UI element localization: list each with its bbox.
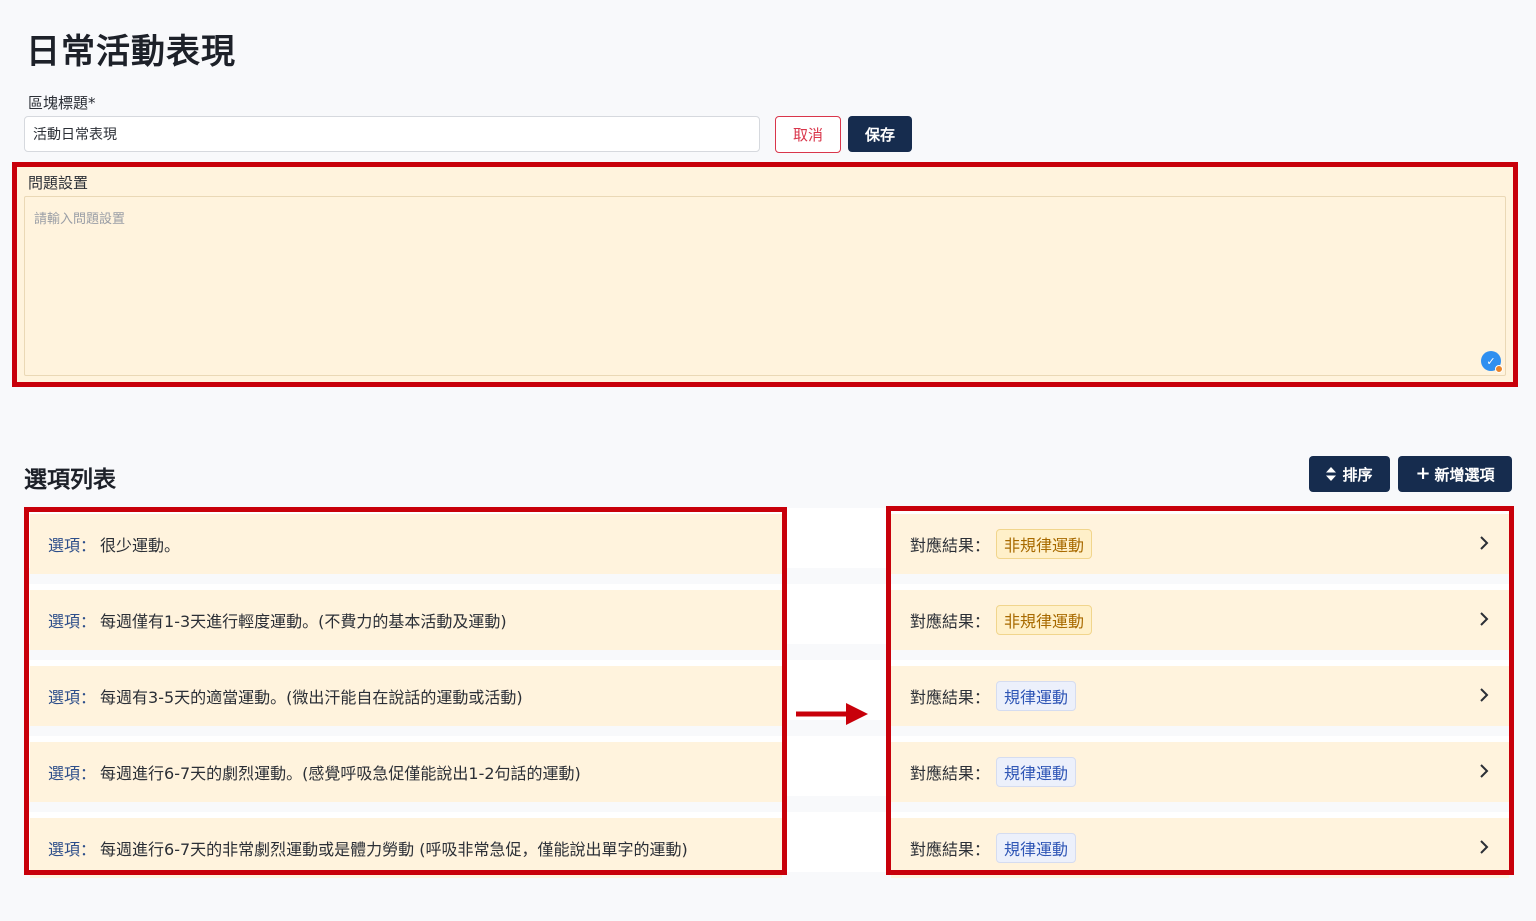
result-tag: 規律運動 — [996, 833, 1077, 863]
sort-button[interactable]: 排序 — [1309, 456, 1390, 492]
result-prefix: 對應結果： — [910, 536, 991, 555]
grammar-status-dot — [1495, 365, 1503, 373]
sort-label: 排序 — [1342, 465, 1373, 484]
block-title-label: 區塊標題* — [28, 94, 96, 112]
option-item[interactable]: 選項： 每週有3-5天的適當運動。(微出汗能自在說話的運動或活動) — [30, 666, 782, 726]
add-option-button[interactable]: + 新增選項 — [1398, 456, 1512, 492]
result-prefix: 對應結果： — [910, 764, 991, 783]
page-title: 日常活動表現 — [26, 32, 236, 72]
option-result[interactable]: 對應結果： 非規律運動 — [891, 590, 1509, 650]
cancel-button[interactable]: 取消 — [775, 116, 841, 153]
chevron-right-icon[interactable] — [1479, 608, 1489, 632]
option-text: 每週有3-5天的適當運動。(微出汗能自在說話的運動或活動) — [100, 688, 523, 707]
option-row: 選項： 每週僅有1-3天進行輕度運動。(不費力的基本活動及運動) 對應結果： 非規律運… — [24, 584, 1514, 650]
option-text: 很少運動。 — [100, 536, 181, 555]
block-title-input[interactable] — [24, 116, 760, 152]
option-result[interactable]: 對應結果： 規律運動 — [891, 666, 1509, 726]
option-prefix: 選項： — [48, 612, 97, 631]
options-list: 選項： 很少運動。 對應結果： 非規律運動 選項： 每週僅有1-3天進行輕度運動。(不費力… — [24, 508, 1514, 878]
result-tag: 非規律運動 — [996, 605, 1093, 635]
result-prefix: 對應結果： — [910, 612, 991, 631]
option-text: 每週進行6-7天的非常劇烈運動或是體力勞動 (呼吸非常急促，僅能說出單字的運動) — [100, 840, 688, 859]
result-tag: 規律運動 — [996, 681, 1077, 711]
option-item[interactable]: 選項： 每週進行6-7天的劇烈運動。(感覺呼吸急促僅能說出1-2句話的運動) — [30, 742, 782, 802]
plus-icon: + — [1415, 463, 1431, 484]
question-section: 問題設置 請輸入問題設置 ✓ — [12, 162, 1518, 387]
question-placeholder: 請輸入問題設置 — [34, 212, 126, 227]
question-textarea[interactable]: 請輸入問題設置 ✓ — [24, 196, 1506, 376]
options-section-title: 選項列表 — [24, 467, 116, 493]
option-result[interactable]: 對應結果： 規律運動 — [891, 742, 1509, 802]
option-prefix: 選項： — [48, 764, 97, 783]
option-row: 選項： 很少運動。 對應結果： 非規律運動 — [24, 508, 1514, 574]
option-row: 選項： 每週有3-5天的適當運動。(微出汗能自在說話的運動或活動) 對應結果： 規律運… — [24, 660, 1514, 726]
option-result[interactable]: 對應結果： 規律運動 — [891, 818, 1509, 878]
chevron-right-icon[interactable] — [1479, 760, 1489, 784]
option-row: 選項： 每週進行6-7天的劇烈運動。(感覺呼吸急促僅能說出1-2句話的運動) 對應結… — [24, 736, 1514, 802]
option-prefix: 選項： — [48, 688, 97, 707]
option-text: 每週僅有1-3天進行輕度運動。(不費力的基本活動及運動) — [100, 612, 507, 631]
option-row: 選項： 每週進行6-7天的非常劇烈運動或是體力勞動 (呼吸非常急促，僅能說出單字的… — [24, 812, 1514, 878]
option-item[interactable]: 選項： 每週進行6-7天的非常劇烈運動或是體力勞動 (呼吸非常急促，僅能說出單字的… — [30, 818, 782, 878]
option-prefix: 選項： — [48, 840, 97, 859]
add-option-label: 新增選項 — [1434, 465, 1495, 484]
grammar-check-icon[interactable]: ✓ — [1481, 351, 1503, 373]
option-prefix: 選項： — [48, 536, 97, 555]
result-tag: 非規律運動 — [996, 529, 1093, 559]
question-label: 問題設置 — [28, 174, 89, 192]
option-result[interactable]: 對應結果： 非規律運動 — [891, 514, 1509, 574]
chevron-right-icon[interactable] — [1479, 836, 1489, 860]
option-item[interactable]: 選項： 很少運動。 — [30, 514, 782, 574]
chevron-right-icon[interactable] — [1479, 532, 1489, 556]
right-arrow-icon — [796, 703, 868, 725]
result-prefix: 對應結果： — [910, 840, 991, 859]
option-item[interactable]: 選項： 每週僅有1-3天進行輕度運動。(不費力的基本活動及運動) — [30, 590, 782, 650]
sort-icon — [1326, 467, 1337, 481]
option-text: 每週進行6-7天的劇烈運動。(感覺呼吸急促僅能說出1-2句話的運動) — [100, 764, 581, 783]
result-tag: 規律運動 — [996, 757, 1077, 787]
chevron-right-icon[interactable] — [1479, 684, 1489, 708]
result-prefix: 對應結果： — [910, 688, 991, 707]
save-button[interactable]: 保存 — [848, 116, 912, 152]
